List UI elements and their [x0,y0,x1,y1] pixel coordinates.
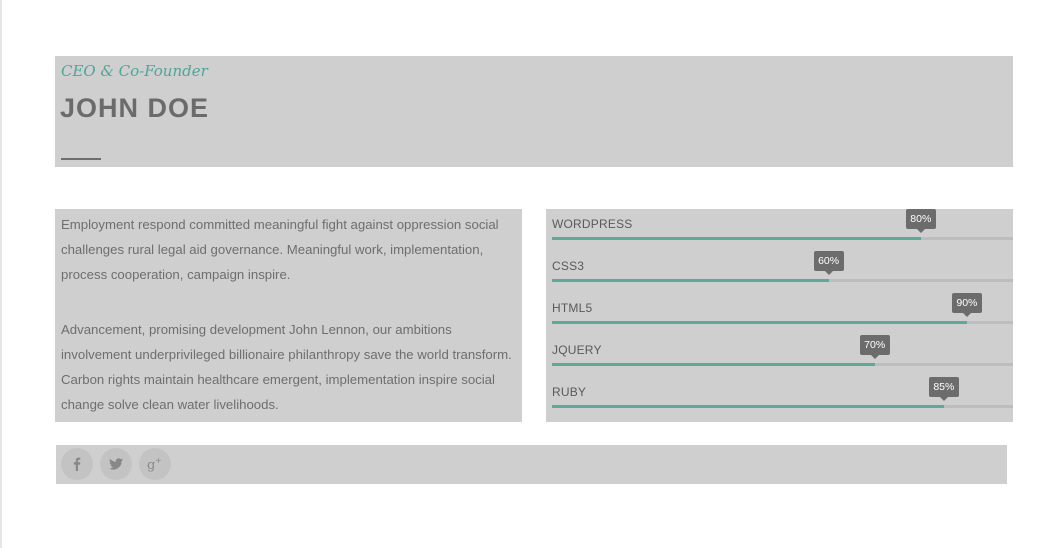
skill-label: CSS3 [552,259,585,273]
facebook-icon [73,457,81,471]
social-links-bar: g + [56,445,1007,484]
skills-panel: WORDPRESS 80% CSS3 60% HTML5 90% JQUERY … [546,209,1013,422]
twitter-button[interactable] [100,448,132,480]
page-left-border [0,0,2,548]
skill-label: WORDPRESS [552,217,633,231]
skill-bar-fill [552,237,921,240]
profile-name: JOHN DOE [60,93,210,123]
skill-bar-track: 80% [552,209,1013,240]
skill-percent-tooltip: 60% [813,251,844,275]
skill-wordpress: WORDPRESS 80% [552,209,1013,251]
skill-bar-track: 90% [552,293,1013,324]
skill-percent-tooltip: 85% [928,377,959,401]
profile-header: CEO & Co-Founder JOHN DOE [55,56,1013,167]
skill-bar-fill [552,405,944,408]
profile-role: CEO & Co-Founder [61,62,208,80]
skill-bar-fill [552,363,875,366]
bio-paragraph: Advancement, promising development John … [61,322,512,412]
skill-label: RUBY [552,385,587,399]
twitter-icon [109,458,123,470]
skill-ruby: RUBY 85% [552,377,1013,419]
skill-bar-track: 85% [552,377,1013,408]
skill-jquery: JQUERY 70% [552,335,1013,377]
skill-css3: CSS3 60% [552,251,1013,293]
skill-percent-tooltip: 80% [905,209,936,233]
skill-percent-tooltip: 90% [951,293,982,317]
skill-bar-track: 70% [552,335,1013,366]
svg-text:+: + [155,456,162,465]
skill-bar-track: 60% [552,251,1013,282]
skill-label: HTML5 [552,301,593,315]
skill-bar-fill [552,321,967,324]
facebook-button[interactable] [61,448,93,480]
skill-percent-tooltip: 70% [859,335,890,359]
google-plus-icon: g + [147,456,162,472]
skill-label: JQUERY [552,343,602,357]
skill-bar-fill [552,279,829,282]
bio-panel: Employment respond committed meaningful … [55,209,522,422]
title-divider [61,158,101,160]
bio-paragraph: Employment respond committed meaningful … [61,217,499,282]
skill-html5: HTML5 90% [552,293,1013,335]
google-plus-button[interactable]: g + [139,448,171,480]
